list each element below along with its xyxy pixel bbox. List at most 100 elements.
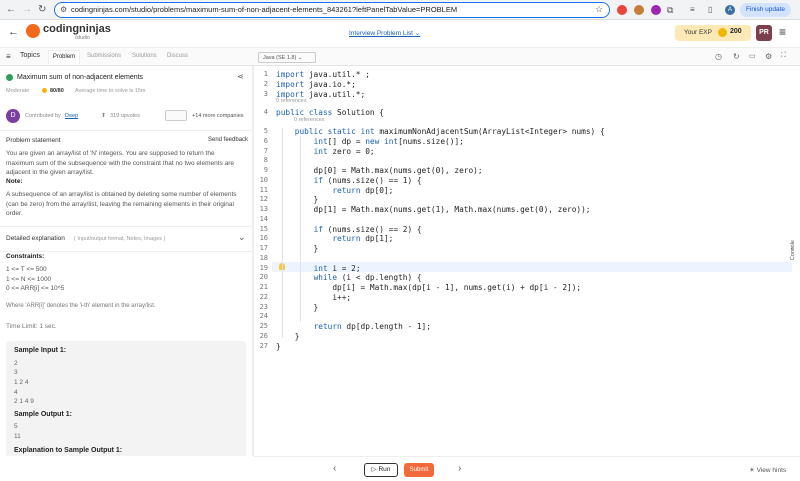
code-line[interactable]: dp[i] = Math.max(dp[i - 1], nums.get(i) …: [276, 283, 581, 292]
code-line[interactable]: int zero = 0;: [276, 147, 375, 156]
upvotes: 319 upvotes: [110, 113, 140, 119]
fullscreen-icon[interactable]: ⛶: [781, 52, 786, 60]
constraint-line: 1 <= N <= 1000: [6, 276, 52, 283]
bookmark-star-icon[interactable]: ☆: [595, 4, 603, 15]
next-problem-icon[interactable]: ›: [458, 463, 461, 474]
chevron-left-icon[interactable]: ‹: [791, 246, 793, 252]
where-note: Where 'ARR[i]' denotes the 'i-th' elemen…: [6, 303, 156, 309]
reset-icon[interactable]: ↻: [733, 52, 740, 61]
sample-input-label: Sample Input 1:: [14, 347, 67, 354]
code-references-hint[interactable]: 0 references: [294, 117, 325, 123]
coin-icon: [718, 28, 727, 37]
code-line[interactable]: if (nums.size() == 2) {: [276, 225, 422, 234]
run-label: Run: [378, 466, 391, 473]
tab-submissions[interactable]: Submissions: [87, 53, 121, 59]
interview-problem-list-link[interactable]: Interview Problem List ⌄: [349, 29, 420, 37]
menu-icon[interactable]: ≡: [6, 52, 11, 61]
prev-problem-icon[interactable]: ‹: [333, 463, 336, 474]
send-feedback-link[interactable]: Send feedback: [208, 137, 248, 143]
detailed-explanation-toggle[interactable]: Detailed explanation ( Input/output form…: [0, 227, 252, 251]
forward-icon[interactable]: →: [22, 4, 32, 16]
code-line[interactable]: import java.io.*;: [276, 80, 356, 89]
code-line[interactable]: i++;: [276, 293, 351, 302]
line-number: 25: [259, 322, 268, 330]
code-line[interactable]: }: [276, 342, 281, 351]
code-line[interactable]: if (nums.size() == 1) {: [276, 176, 422, 185]
code-line[interactable]: return dp[1];: [276, 234, 393, 243]
note-text: A subsequence of an array/list is obtain…: [6, 191, 237, 217]
statement-text: You are given an array/list of 'N' integ…: [6, 150, 234, 176]
sample-input-line: 4: [14, 389, 18, 396]
exp-badge[interactable]: Your EXP 200: [675, 25, 751, 41]
code-line[interactable]: while (i < dp.length) {: [276, 273, 422, 282]
code-line[interactable]: import java.util.* ;: [276, 70, 370, 79]
tab-solutions[interactable]: Solutions: [132, 53, 157, 59]
problem-tabs: ≡ Topics Problem Submissions Solutions D…: [0, 48, 800, 66]
settings-icon[interactable]: ⚙: [765, 52, 772, 61]
contributor-avatar: D: [6, 109, 20, 123]
line-number: 2: [263, 79, 268, 88]
view-hints-button[interactable]: ☀ View hints: [749, 466, 786, 474]
more-companies[interactable]: +14 more companies: [192, 113, 244, 119]
line-number: 26: [259, 331, 268, 340]
logo-name[interactable]: codingninjas: [43, 23, 111, 35]
code-line[interactable]: }: [276, 332, 300, 341]
side-panel-icon[interactable]: ▯: [708, 4, 712, 16]
finish-update-button[interactable]: Finish update: [740, 3, 791, 17]
line-number: 14: [259, 214, 268, 223]
tab-discuss[interactable]: Discuss: [167, 53, 188, 59]
copy-icon[interactable]: ▭: [749, 52, 756, 60]
avg-time: Average time to solve is 15m: [75, 88, 146, 94]
code-line[interactable]: public static int maximumNonAdjacentSum(…: [276, 127, 605, 136]
code-line[interactable]: public class Solution {: [276, 108, 384, 117]
logo-mark[interactable]: [26, 24, 40, 38]
app-header: ← codingninjas /studio Interview Problem…: [0, 20, 800, 48]
reading-list-icon[interactable]: ≡: [690, 4, 695, 16]
tab-problem[interactable]: Problem: [48, 50, 80, 64]
code-line[interactable]: }: [276, 244, 319, 253]
code-line[interactable]: dp[1] = Math.max(nums.get(1), Math.max(n…: [276, 205, 591, 214]
user-avatar[interactable]: PR: [756, 25, 772, 41]
problem-panel: Maximum sum of non-adjacent elements ⋖ M…: [0, 66, 252, 456]
back-arrow-icon[interactable]: ←: [8, 26, 19, 38]
profile-avatar[interactable]: A: [725, 5, 735, 15]
code-editor[interactable]: Java (SE 1.8) ⌄ 1 import java.util.* ; 2 im…: [254, 52, 792, 456]
detailed-sub: ( Input/output format, Notes, Images ): [74, 236, 166, 242]
contributor-link[interactable]: Deep: [65, 113, 78, 119]
run-button[interactable]: ▷ Run: [364, 463, 398, 477]
sample-output-label: Sample Output 1:: [14, 411, 72, 418]
language-select[interactable]: Java (SE 1.8) ⌄: [258, 52, 316, 63]
extensions-puzzle-icon[interactable]: ⧉: [667, 4, 673, 16]
chevron-down-icon: ⌄: [414, 30, 421, 37]
logo-sub: /studio: [75, 35, 90, 41]
sample-input-line: 2 1 4 9: [14, 398, 34, 405]
extension-icon-1[interactable]: [617, 5, 627, 15]
code-references-hint[interactable]: 0 references: [276, 98, 307, 104]
code-line[interactable]: return dp[dp.length - 1];: [276, 322, 431, 331]
sample-output-line: 5: [14, 423, 18, 430]
code-line[interactable]: return dp[0];: [276, 186, 393, 195]
line-number: 22: [259, 292, 268, 301]
code-line[interactable]: int[] dp = new int[nums.size()];: [276, 137, 464, 146]
code-line[interactable]: }: [276, 303, 319, 312]
site-settings-icon[interactable]: ⚙: [60, 5, 67, 14]
line-number: 21: [259, 283, 268, 291]
reload-icon[interactable]: ↻: [38, 4, 46, 16]
code-line[interactable]: dp[0] = Math.max(nums.get(0), zero);: [276, 166, 483, 175]
submit-button[interactable]: Submit: [404, 463, 434, 477]
extension-icon-3[interactable]: [651, 5, 661, 15]
line-number: 7: [263, 146, 268, 155]
extension-icon-2[interactable]: [634, 5, 644, 15]
share-icon[interactable]: ⋖: [237, 72, 244, 81]
code-line[interactable]: int i = 2;: [276, 264, 361, 273]
hint-bulb-icon: ☀: [749, 467, 755, 474]
address-bar[interactable]: ⚙ codingninjas.com/studio/problems/maxim…: [54, 2, 610, 18]
tab-topics[interactable]: Topics: [20, 52, 40, 59]
code-line[interactable]: }: [276, 195, 319, 204]
hamburger-menu-icon[interactable]: ≡: [779, 25, 786, 39]
timer-icon[interactable]: ◷: [715, 52, 722, 61]
back-icon[interactable]: ←: [6, 4, 16, 16]
line-number: 23: [259, 302, 268, 311]
code-line[interactable]: import java.util.*;: [276, 90, 365, 99]
upvote-icon[interactable]: ⬆: [101, 112, 106, 119]
